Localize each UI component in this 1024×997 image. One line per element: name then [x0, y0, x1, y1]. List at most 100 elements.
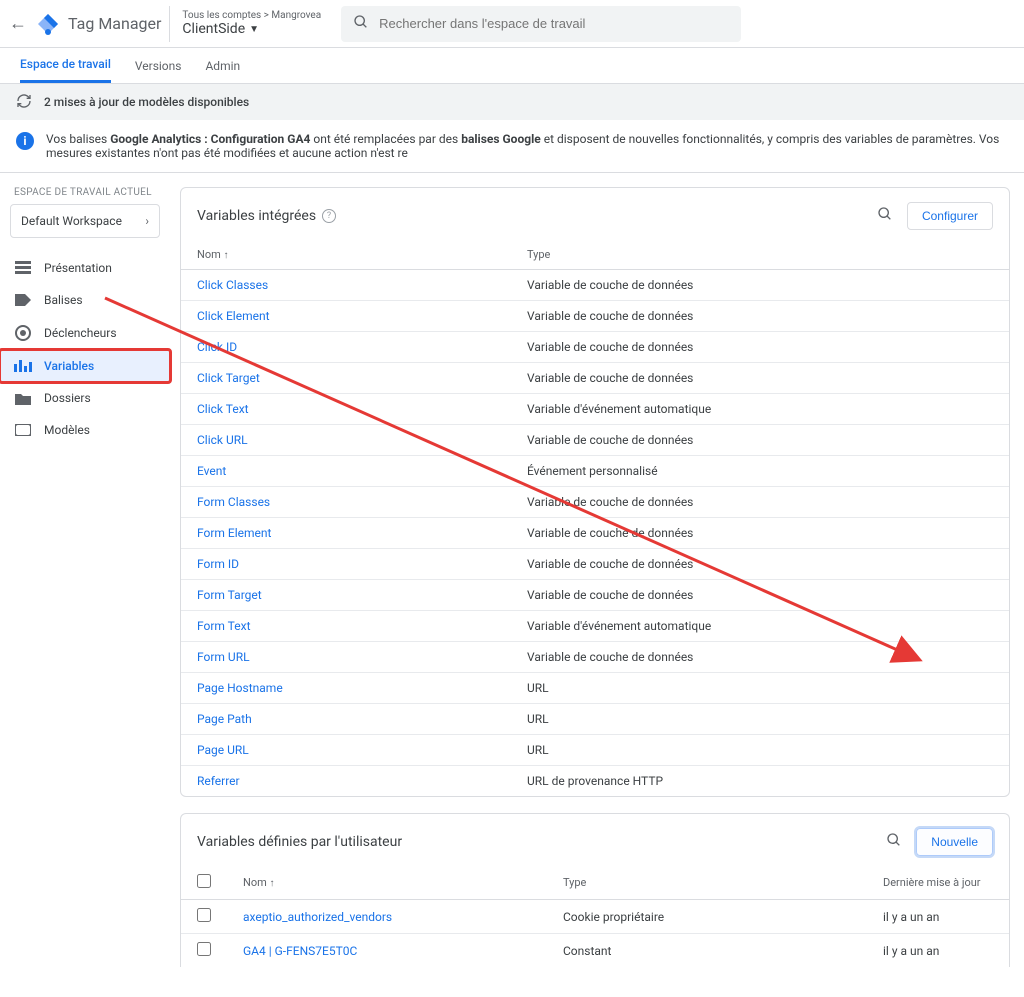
row-checkbox[interactable]	[197, 942, 211, 956]
select-all-checkbox-cell[interactable]	[181, 866, 227, 900]
tab-workspace[interactable]: Espace de travail	[20, 48, 111, 83]
configure-button[interactable]: Configurer	[907, 202, 993, 230]
help-icon[interactable]: ?	[322, 209, 336, 223]
builtin-variables-title: Variables intégrées	[197, 208, 316, 224]
search-input[interactable]	[379, 16, 729, 31]
user-variables-table: Nom ↑ Type Dernière mise à jour axeptio_…	[181, 866, 1009, 967]
table-row[interactable]: Click TextVariable d'événement automatiq…	[181, 394, 1009, 425]
product-logo[interactable]: Tag Manager	[36, 12, 161, 36]
table-row[interactable]: Page URL URL	[181, 735, 1009, 766]
tab-versions[interactable]: Versions	[135, 48, 182, 83]
table-row[interactable]: Click ClassesVariable de couche de donné…	[181, 270, 1009, 301]
variable-link[interactable]: Click Text	[197, 402, 249, 416]
variable-link[interactable]: Form Element	[197, 526, 271, 540]
template-updates-banner[interactable]: 2 mises à jour de modèles disponibles	[0, 84, 1024, 120]
variable-last-modified: il y a un an	[867, 900, 1009, 934]
table-row[interactable]: Event Événement personnalisé	[181, 456, 1009, 487]
search-box[interactable]	[341, 6, 741, 42]
workspace-selector[interactable]: Default Workspace ›	[10, 204, 160, 238]
table-row[interactable]: Form ID Variable de couche de données	[181, 549, 1009, 580]
nav-item-tags[interactable]: Balises	[0, 284, 170, 316]
folder-icon	[14, 392, 32, 405]
variable-link[interactable]: axeptio_authorized_vendors	[243, 910, 392, 924]
column-header-name[interactable]: Nom ↑	[181, 240, 511, 270]
table-row[interactable]: Click URL Variable de couche de données	[181, 425, 1009, 456]
variable-link[interactable]: Click Classes	[197, 278, 268, 292]
variable-link[interactable]: Form Classes	[197, 495, 270, 509]
table-row[interactable]: Form ElementVariable de couche de donnée…	[181, 518, 1009, 549]
variable-type: Variable de couche de données	[511, 487, 1009, 518]
variable-link[interactable]: Event	[197, 464, 226, 478]
table-row[interactable]: Form URL Variable de couche de données	[181, 642, 1009, 673]
variable-link[interactable]: Click URL	[197, 433, 248, 447]
variable-type: URL	[511, 673, 1009, 704]
variable-type: Événement personnalisé	[511, 456, 1009, 487]
variable-link[interactable]: Click Element	[197, 309, 270, 323]
table-row[interactable]: Form TextVariable d'événement automatiqu…	[181, 611, 1009, 642]
variable-link[interactable]: Referrer	[197, 774, 240, 788]
variable-type: Variable de couche de données	[511, 363, 1009, 394]
variable-type: Variable de couche de données	[511, 580, 1009, 611]
info-banner: i Vos balises Google Analytics : Configu…	[0, 120, 1024, 173]
variable-type: Variable de couche de données	[511, 332, 1009, 363]
column-header-type[interactable]: Type	[547, 866, 867, 900]
nav-label: Déclencheurs	[44, 326, 117, 340]
search-builtin-button[interactable]	[877, 206, 893, 226]
nav-item-overview[interactable]: Présentation	[0, 252, 170, 284]
variable-type: URL de provenance HTTP	[511, 766, 1009, 797]
table-row[interactable]: Click ID Variable de couche de données	[181, 332, 1009, 363]
variable-type: URL	[511, 735, 1009, 766]
refresh-icon	[16, 93, 32, 112]
nav-item-folders[interactable]: Dossiers	[0, 382, 170, 414]
table-row[interactable]: Page PathURL	[181, 704, 1009, 735]
table-row[interactable]: Click Target Variable de couche de donnée…	[181, 363, 1009, 394]
variable-link[interactable]: Page Hostname	[197, 681, 283, 695]
variable-type: Variable de couche de données	[511, 425, 1009, 456]
variable-link[interactable]: Click Target	[197, 371, 260, 385]
nav-label: Présentation	[44, 261, 112, 275]
variable-link[interactable]: GA4 | G-FENS7E5T0C	[243, 944, 357, 958]
tab-admin[interactable]: Admin	[205, 48, 240, 83]
variable-type: Constant	[547, 934, 867, 968]
select-all-checkbox[interactable]	[197, 874, 211, 888]
table-row[interactable]: Page Hostname URL	[181, 673, 1009, 704]
variable-type: Variable de couche de données	[511, 549, 1009, 580]
info-banner-text: Vos balises Google Analytics : Configura…	[46, 132, 1008, 160]
variable-link[interactable]: Form ID	[197, 557, 239, 571]
new-variable-button[interactable]: Nouvelle	[916, 828, 993, 856]
variable-link[interactable]: Page URL	[197, 743, 249, 757]
search-icon	[353, 14, 369, 34]
table-row[interactable]: axeptio_authorized_vendors Cookie proprié…	[181, 900, 1009, 934]
variable-link[interactable]: Form Text	[197, 619, 251, 633]
back-button[interactable]: ←	[8, 13, 28, 34]
row-checkbox[interactable]	[197, 908, 211, 922]
workspace-section-label: ESPACE DE TRAVAIL ACTUEL	[0, 187, 170, 204]
table-row[interactable]: Click ElementVariable de couche de donné…	[181, 301, 1009, 332]
variable-type: Cookie propriétaire	[547, 900, 867, 934]
variable-last-modified: il y a un an	[867, 934, 1009, 968]
column-header-last-modified[interactable]: Dernière mise à jour	[867, 866, 1009, 900]
nav-item-triggers[interactable]: Déclencheurs	[0, 316, 170, 350]
column-header-type[interactable]: Type	[511, 240, 1009, 270]
variable-link[interactable]: Click ID	[197, 340, 237, 354]
table-row[interactable]: GA4 | G-FENS7E5T0C Constantil y a un an	[181, 934, 1009, 968]
user-variables-title: Variables définies par l'utilisateur	[197, 834, 402, 850]
tag-icon	[14, 294, 32, 306]
info-icon: i	[16, 132, 34, 150]
variable-link[interactable]: Form URL	[197, 650, 250, 664]
variable-link[interactable]: Form Target	[197, 588, 262, 602]
container-picker[interactable]: Tous les comptes > Mangrovea ClientSide …	[169, 6, 333, 42]
table-row[interactable]: Form Classes Variable de couche de donnée…	[181, 487, 1009, 518]
dashboard-icon	[14, 261, 32, 275]
column-header-name[interactable]: Nom ↑	[227, 866, 547, 900]
sort-ascending-icon: ↑	[270, 878, 275, 889]
builtin-variables-table: Nom ↑ Type Click ClassesVariable de couc…	[181, 240, 1009, 796]
nav-item-variables[interactable]: Variables	[0, 350, 170, 382]
variable-type: Variable de couche de données	[511, 642, 1009, 673]
template-icon	[14, 424, 32, 436]
search-user-vars-button[interactable]	[886, 832, 902, 852]
variable-link[interactable]: Page Path	[197, 712, 252, 726]
table-row[interactable]: Referrer URL de provenance HTTP	[181, 766, 1009, 797]
table-row[interactable]: Form Target Variable de couche de données	[181, 580, 1009, 611]
nav-item-templates[interactable]: Modèles	[0, 414, 170, 446]
